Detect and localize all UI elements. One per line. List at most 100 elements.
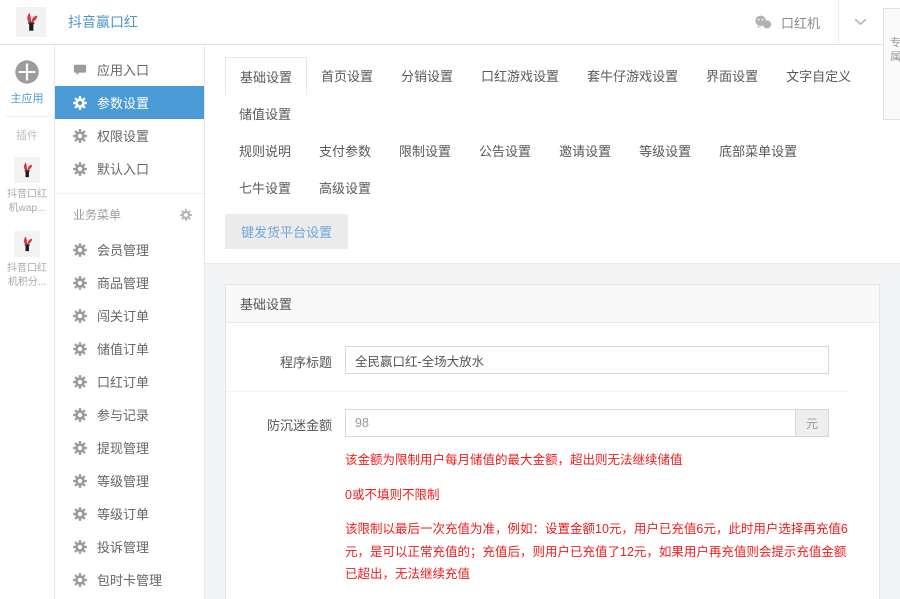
plugin-thumb bbox=[14, 231, 40, 257]
anti-addiction-input[interactable] bbox=[346, 410, 795, 436]
program-title-input[interactable] bbox=[346, 347, 828, 373]
menu-item-label: 参数设置 bbox=[97, 96, 150, 111]
menu-section-label: 业务菜单 bbox=[73, 208, 122, 222]
menu-item-label: 等级管理 bbox=[97, 474, 150, 489]
gear-icon bbox=[73, 573, 87, 587]
tabs-area: 基础设置 首页设置 分销设置 口红游戏设置 套牛仔游戏设置 界面设置 文字自定义… bbox=[205, 45, 900, 264]
tab-advanced-settings[interactable]: 高级设置 bbox=[305, 169, 385, 206]
tab-lipstick-game-settings[interactable]: 口红游戏设置 bbox=[467, 57, 573, 95]
menu-item-stored-value-orders[interactable]: 储值订单 bbox=[55, 332, 204, 365]
tab-payment-params[interactable]: 支付参数 bbox=[305, 132, 385, 169]
tab-row-1: 基础设置 首页设置 分销设置 口红游戏设置 套牛仔游戏设置 界面设置 文字自定义… bbox=[225, 57, 888, 132]
chevron-down-icon bbox=[854, 18, 867, 26]
sidebar-menu: 应用入口 参数设置 权限设置 默认入口 业务菜单 会员管理 商品管理 闯关订单 … bbox=[55, 45, 205, 599]
field-label: 程序标题 bbox=[279, 355, 332, 370]
gear-icon bbox=[73, 162, 87, 176]
edge-tab-char2: 属 bbox=[890, 50, 900, 63]
edge-tab-char1: 专 bbox=[890, 37, 900, 49]
menu-item-label: 会员管理 bbox=[97, 243, 150, 258]
menu-item-level-orders[interactable]: 等级订单 bbox=[55, 497, 204, 530]
app-logo bbox=[16, 7, 46, 37]
anti-addiction-tip-1: 该金额为限制用户每月储值的最大金额，超出则无法继续储值 bbox=[345, 453, 683, 467]
tab-shipping-platform-settings[interactable]: 键发货平台设置 bbox=[225, 214, 349, 249]
app-window: 抖音赢口红 口红机 专 属 主应用 插件 抖音口红机wap... 抖音口红机积分… bbox=[0, 0, 900, 599]
lipstick-logo-icon bbox=[18, 235, 36, 253]
menu-item-app-entry[interactable]: 应用入口 bbox=[55, 53, 204, 86]
tab-qiniu-settings[interactable]: 七牛设置 bbox=[225, 169, 305, 206]
menu-item-participation-records[interactable]: 参与记录 bbox=[55, 398, 204, 431]
tab-home-settings[interactable]: 首页设置 bbox=[307, 57, 387, 95]
gear-icon bbox=[73, 540, 87, 554]
gear-icon bbox=[73, 375, 87, 389]
tab-announcement-settings[interactable]: 公告设置 bbox=[465, 132, 545, 169]
gear-icon bbox=[73, 309, 87, 323]
tab-cowboy-game-settings[interactable]: 套牛仔游戏设置 bbox=[573, 57, 692, 95]
tab-text-custom[interactable]: 文字自定义 bbox=[772, 57, 865, 95]
menu-item-label: 应用入口 bbox=[97, 63, 150, 78]
tab-bottom-menu-settings[interactable]: 底部菜单设置 bbox=[705, 132, 811, 169]
tab-basic-settings[interactable]: 基础设置 bbox=[225, 57, 308, 95]
menu-item-label: 提现管理 bbox=[97, 441, 150, 456]
gear-icon bbox=[73, 342, 87, 356]
gear-icon bbox=[73, 441, 87, 455]
anti-addiction-tip-3: 该限制以最后一次充值为准，例如：设置金额10元，用户已充值6元，此时用户选择再充… bbox=[345, 522, 848, 581]
gear-icon bbox=[73, 408, 87, 422]
gear-icon[interactable] bbox=[180, 209, 192, 221]
menu-item-lipstick-orders[interactable]: 口红订单 bbox=[55, 365, 204, 398]
tab-rules[interactable]: 规则说明 bbox=[225, 132, 305, 169]
tab-stored-value-settings[interactable]: 储值设置 bbox=[225, 95, 305, 132]
panel-wrap: 基础设置 程序标题 防 bbox=[205, 264, 900, 599]
menu-item-label: 参与记录 bbox=[97, 408, 150, 423]
rail-section-label: 插件 bbox=[16, 130, 38, 142]
rail-item-plugin-wap[interactable]: 抖音口红机wap... bbox=[0, 157, 54, 215]
tab-distribution-settings[interactable]: 分销设置 bbox=[387, 57, 467, 95]
menu-item-level-mgmt[interactable]: 等级管理 bbox=[55, 464, 204, 497]
lipstick-logo-icon bbox=[20, 11, 42, 33]
menu-item-timecard-mgmt[interactable]: 包时卡管理 bbox=[55, 563, 204, 596]
edge-side-tab[interactable]: 专 属 bbox=[883, 8, 900, 120]
rail-main-label: 主应用 bbox=[10, 93, 44, 105]
form-row-program-title: 程序标题 bbox=[226, 329, 849, 392]
anti-addiction-tip-2: 0或不填则不限制 bbox=[345, 487, 440, 502]
wechat-icon bbox=[754, 15, 773, 30]
rail-item-plugin-points[interactable]: 抖音口红机积分... bbox=[0, 231, 54, 289]
menu-item-product-mgmt[interactable]: 商品管理 bbox=[55, 266, 204, 299]
menu-item-label: 投诉管理 bbox=[97, 540, 150, 555]
gear-icon bbox=[73, 96, 87, 110]
tab-row-2: 规则说明 支付参数 限制设置 公告设置 邀请设置 等级设置 底部菜单设置 七牛设… bbox=[225, 132, 888, 206]
tab-row-3: 键发货平台设置 bbox=[225, 206, 888, 263]
menu-item-label: 等级订单 bbox=[97, 507, 150, 522]
tab-invite-settings[interactable]: 邀请设置 bbox=[545, 132, 625, 169]
basic-settings-card: 基础设置 程序标题 防 bbox=[225, 284, 880, 599]
menu-item-withdraw-mgmt[interactable]: 提现管理 bbox=[55, 431, 204, 464]
menu-item-param-settings[interactable]: 参数设置 bbox=[55, 86, 204, 119]
menu-item-label: 包时卡管理 bbox=[97, 573, 163, 588]
rail-item-main-app[interactable]: 主应用 bbox=[0, 59, 54, 106]
input-suffix-yuan: 元 bbox=[794, 410, 828, 436]
main-content: 基础设置 首页设置 分销设置 口红游戏设置 套牛仔游戏设置 界面设置 文字自定义… bbox=[205, 45, 900, 599]
menu-item-complaint-mgmt[interactable]: 投诉管理 bbox=[55, 530, 204, 563]
tab-ui-settings[interactable]: 界面设置 bbox=[692, 57, 772, 95]
menu-item-member-mgmt[interactable]: 会员管理 bbox=[55, 233, 204, 266]
menu-item-label: 默认入口 bbox=[97, 162, 150, 177]
plugin-caption: 抖音口红机wap... bbox=[7, 189, 47, 214]
tab-limit-settings[interactable]: 限制设置 bbox=[385, 132, 465, 169]
lipstick-logo-icon bbox=[18, 161, 36, 179]
top-bar: 抖音赢口红 口红机 bbox=[0, 0, 900, 45]
gear-icon bbox=[73, 243, 87, 257]
menu-section-business: 业务菜单 bbox=[55, 193, 204, 233]
tab-level-settings[interactable]: 等级设置 bbox=[625, 132, 705, 169]
plugin-caption: 抖音口红机积分... bbox=[7, 263, 47, 288]
menu-item-label: 口红订单 bbox=[97, 375, 150, 390]
account-dropdown-toggle[interactable] bbox=[838, 0, 882, 44]
grid-icon bbox=[14, 59, 40, 85]
chat-bubble-icon bbox=[73, 63, 87, 77]
menu-item-label: 闯关订单 bbox=[97, 309, 150, 324]
account-menu[interactable]: 口红机 bbox=[736, 13, 838, 32]
menu-item-challenge-orders[interactable]: 闯关订单 bbox=[55, 299, 204, 332]
form-row-anti-addiction: 防沉迷金额 元 该金额为限制用户每月储值的最大金额，超出则无法继续储值 0或不填… bbox=[226, 392, 849, 599]
menu-item-default-entry[interactable]: 默认入口 bbox=[55, 152, 204, 185]
menu-item-permission-settings[interactable]: 权限设置 bbox=[55, 119, 204, 152]
gear-icon bbox=[73, 276, 87, 290]
menu-item-label: 权限设置 bbox=[97, 129, 150, 144]
